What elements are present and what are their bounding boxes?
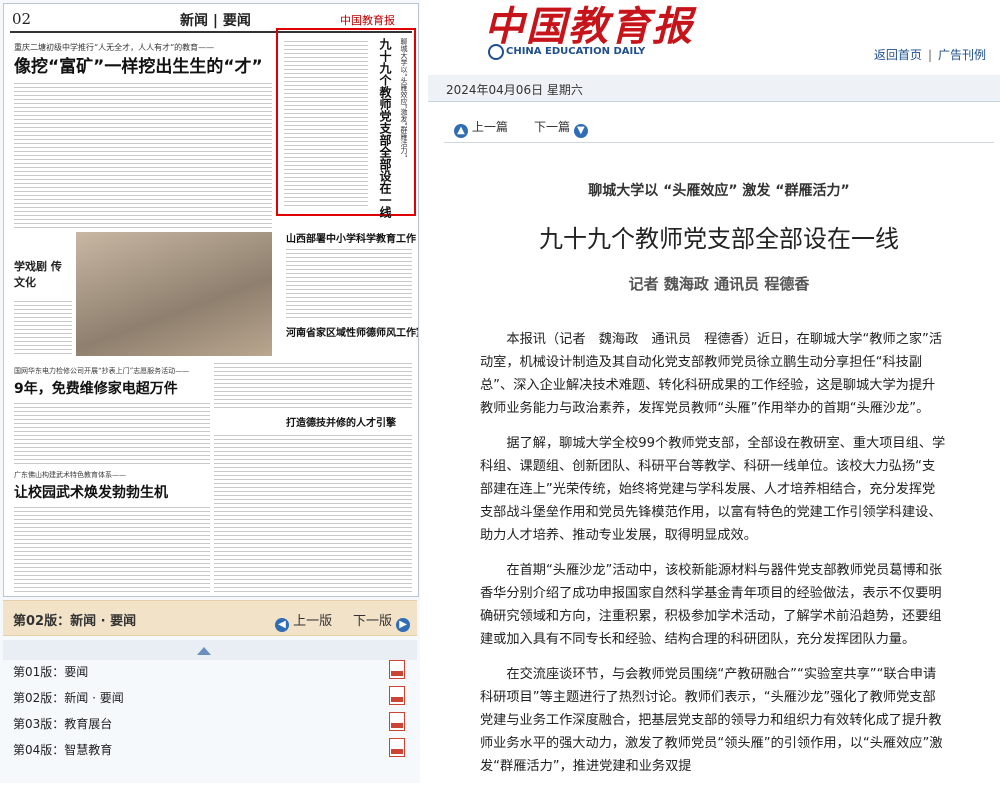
- newspaper-page-image[interactable]: 02 新闻 | 要闻 中国教育报 重庆二塘初级中学推行“人无全才，人人有才”的教…: [3, 3, 419, 597]
- lead-headline[interactable]: 像挖“富矿”一样挖出生生的“才”: [14, 52, 263, 77]
- edition-bar: 第02版：新闻 · 要闻 ◀ 上一版 下一版 ▶: [3, 600, 417, 636]
- masthead: 中国教育报 CHINA EDUCATION DAILY 返回首页 | 广告刊例: [428, 0, 1000, 72]
- next-edition-button[interactable]: 下一版 ▶: [353, 610, 411, 632]
- page-number: 02: [12, 10, 32, 28]
- top-links: 返回首页 | 广告刊例: [873, 48, 986, 62]
- article-byline: 记者 魏海政 通讯员 程德香: [628, 275, 810, 293]
- story-repair-kicker: 国网华东电力检修公司开展“抄表上门”志愿服务活动——: [14, 367, 190, 375]
- article-paragraph: 在交流座谈环节，与会教师党员围绕“产教研融合”“实验室共享”“联合申请科研项目”…: [480, 667, 943, 774]
- highlighted-article-box[interactable]: 九十九个教师党支部全部设在一线 聊城大学以“头雁效应”激发“群雁活力”: [276, 28, 416, 218]
- story-shanxi-title[interactable]: 山西部署中小学科学教育工作: [286, 230, 416, 245]
- next-article-button[interactable]: 下一篇 ▼: [534, 118, 588, 138]
- pdf-icon[interactable]: [389, 712, 405, 731]
- article-body: 本报讯（记者 魏海政 通讯员 程德香）近日，在聊城大学“教师之家”活动室，机械设…: [480, 328, 946, 790]
- article-title: 九十九个教师党支部全部设在一线: [539, 225, 899, 253]
- story-repair-headline[interactable]: 9年，免费维修家电超万件: [14, 378, 178, 398]
- arrow-left-icon: ◀: [275, 618, 289, 632]
- site-logo[interactable]: 中国教育报: [484, 0, 694, 52]
- triangle-up-icon: [197, 647, 211, 655]
- logo-emblem-icon: [488, 44, 504, 60]
- arrow-right-icon: ▶: [396, 618, 411, 632]
- highlight-kicker: 聊城大学以“头雁效应”激发“群雁活力”: [400, 38, 408, 158]
- article-paragraph: 在首期“头雁沙龙”活动中，该校新能源材料与器件党支部教师党员葛博和张香华分别介绍…: [480, 563, 943, 647]
- issue-date: 2024年04月06日 星期六: [446, 83, 583, 97]
- pdf-icon[interactable]: [389, 738, 405, 757]
- article-nav: ▲ 上一篇 下一篇 ▼: [444, 114, 994, 143]
- pdf-icon[interactable]: [389, 686, 405, 705]
- article-paragraph: 据了解，聊城大学全校99个教师党支部，全部设在教研室、重大项目组、学科组、课题组…: [480, 436, 946, 543]
- photo-caption: 学戏剧 传文化: [14, 260, 62, 289]
- collapse-toggle[interactable]: [3, 640, 417, 660]
- date-bar: 2024年04月06日 星期六: [428, 75, 1000, 102]
- article-panel: 中国教育报 CHINA EDUCATION DAILY 返回首页 | 广告刊例 20…: [428, 0, 1000, 783]
- page-navigator: 02 新闻 | 要闻 中国教育报 重庆二塘初级中学推行“人无全才，人人有才”的教…: [0, 0, 420, 783]
- story-henan-title[interactable]: 河南省家区域性师德师风工作室成立: [286, 324, 418, 339]
- edition-item[interactable]: 第01版：要闻: [3, 660, 417, 686]
- arrow-up-icon: ▲: [454, 124, 468, 138]
- story-wushu-headline[interactable]: 让校园武术焕发勃勃生机: [14, 482, 168, 502]
- current-edition-label: 第02版：新闻 · 要闻: [13, 614, 137, 629]
- page-nameplate: 中国教育报: [340, 14, 395, 27]
- prev-edition-button[interactable]: ◀ 上一版: [275, 610, 332, 632]
- story-talent-title[interactable]: 打造德技并修的人才引擎: [286, 414, 396, 429]
- pdf-icon[interactable]: [389, 660, 405, 679]
- arrow-down-icon: ▼: [573, 124, 588, 138]
- prev-article-button[interactable]: ▲ 上一篇: [454, 118, 508, 138]
- page-section-title: 新闻 | 要闻: [180, 13, 251, 29]
- newspaper-photo[interactable]: [76, 232, 272, 356]
- edition-item[interactable]: 第03版：教育展台: [3, 712, 417, 738]
- edition-item[interactable]: 第04版：智慧教育: [3, 738, 417, 764]
- story-wushu-kicker: 广东佛山构建武术特色教育体系——: [14, 471, 126, 479]
- article-subtitle: 聊城大学以 “头雁效应” 激发 “群雁活力”: [588, 183, 850, 199]
- highlight-headline: 九十九个教师党支部全部设在一线: [378, 38, 392, 218]
- article-paragraph: 本报讯（记者 魏海政 通讯员 程德香）近日，在聊城大学“教师之家”活动室，机械设…: [480, 332, 943, 416]
- lead-body-text: [14, 80, 272, 228]
- home-link[interactable]: 返回首页: [874, 48, 922, 62]
- site-logo-english: CHINA EDUCATION DAILY: [506, 46, 646, 57]
- ad-rates-link[interactable]: 广告刊例: [938, 48, 986, 62]
- edition-item[interactable]: 第02版：新闻 · 要闻: [3, 686, 417, 712]
